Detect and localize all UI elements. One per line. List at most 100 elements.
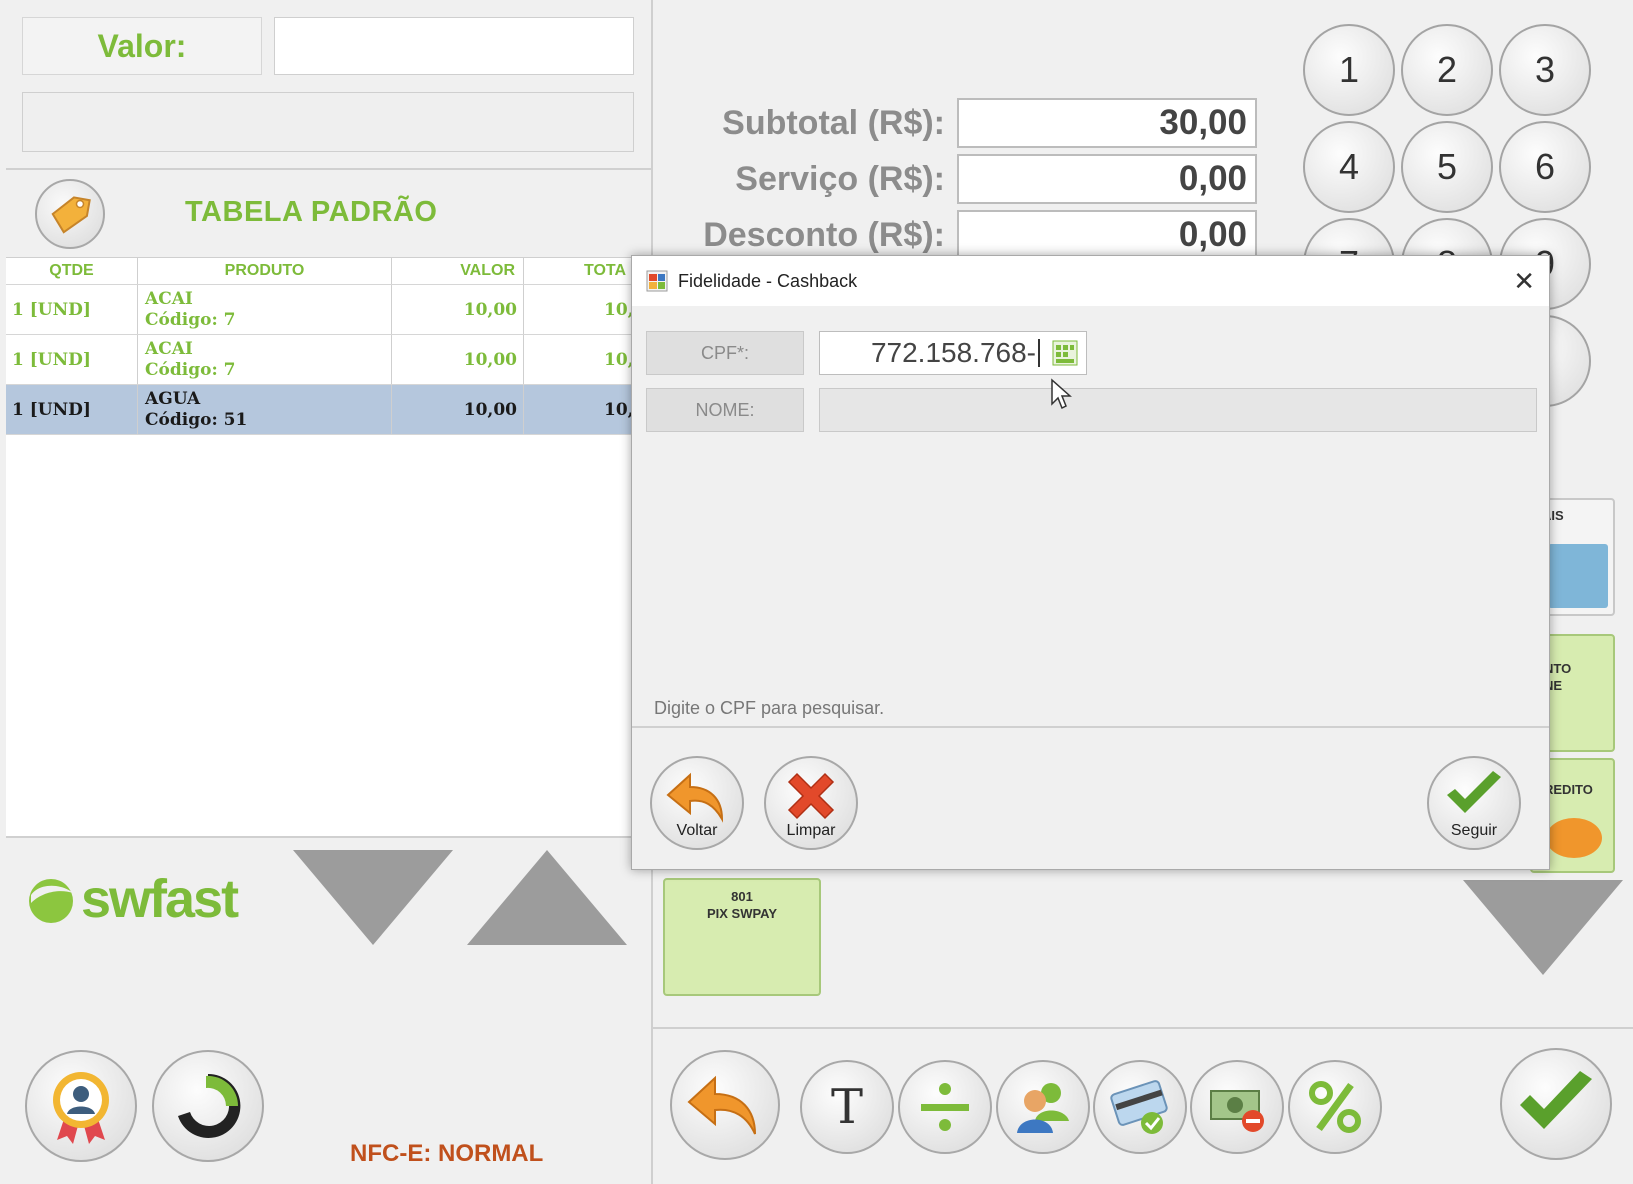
back-button[interactable] (670, 1050, 780, 1160)
row-qtde: 1 [UND] (6, 285, 138, 334)
seguir-label: Seguir (1450, 822, 1498, 839)
limpar-label: Limpar (786, 822, 836, 839)
scroll-up-button[interactable] (467, 850, 627, 945)
loyalty-button[interactable] (25, 1050, 137, 1162)
row-produto-name: ACAI (145, 289, 193, 309)
card-approve-icon (1110, 1080, 1168, 1134)
servico-value: 0,00 (957, 154, 1257, 204)
valor-input[interactable] (274, 17, 634, 75)
divider (6, 836, 651, 838)
keyboard-icon[interactable] (1052, 340, 1078, 373)
column-header-valor[interactable]: VALOR (392, 258, 524, 284)
column-header-produto[interactable]: PRODUTO (138, 258, 392, 284)
row-produto-name: ACAI (145, 339, 193, 359)
row-valor: 10,00 (392, 385, 524, 434)
close-icon[interactable]: ✕ (1513, 268, 1535, 294)
pix-swpay-button[interactable]: 801 PIX SWPAY (663, 878, 821, 996)
pix-code: 801 (731, 889, 753, 904)
text-icon: T (830, 1079, 863, 1135)
column-header-qtde[interactable]: QTDE (6, 258, 138, 284)
cpf-value: 772.158.768- (870, 337, 1036, 368)
limpar-button[interactable]: Limpar (764, 756, 858, 850)
info-bar (22, 92, 634, 152)
voltar-button[interactable]: Voltar (650, 756, 744, 850)
nome-label: NOME: (646, 388, 804, 432)
app-window-icon (646, 270, 668, 292)
confirm-check-icon (1520, 1071, 1592, 1129)
logo-text: swfast (81, 869, 239, 929)
subtotal-value: 30,00 (957, 98, 1257, 148)
keypad-2[interactable]: 2 (1401, 24, 1493, 116)
payment-scroll-down-button[interactable] (1463, 880, 1623, 975)
dialog-title: Fidelidade - Cashback (678, 270, 858, 291)
price-table-button[interactable] (35, 179, 105, 249)
discount-button[interactable] (1288, 1060, 1382, 1154)
mouse-pointer-icon (1051, 378, 1072, 410)
award-user-icon (53, 1072, 109, 1144)
table-row-selected[interactable]: 1 [UND] AGUA Código: 51 10,00 10,0 (6, 385, 651, 435)
card-payment-button[interactable] (1093, 1060, 1187, 1154)
refresh-icon (178, 1073, 241, 1138)
swfast-logo-icon (29, 879, 73, 923)
items-grid: QTDE PRODUTO VALOR TOTA 1 [UND] ACAI Cód… (6, 257, 651, 837)
row-produto: AGUA Código: 51 (138, 385, 392, 434)
row-qtde: 1 [UND] (6, 335, 138, 384)
divider (653, 1027, 1633, 1029)
customers-icon (1017, 1083, 1069, 1133)
cash-remove-button[interactable] (1190, 1060, 1284, 1154)
search-hint: Digite o CPF para pesquisar. (654, 698, 885, 718)
row-produto-name: AGUA (145, 389, 201, 409)
row-produto: ACAI Código: 7 (138, 335, 392, 384)
nfce-status: NFC-E: NORMAL (350, 1140, 544, 1167)
row-produto: ACAI Código: 7 (138, 285, 392, 334)
check-icon (1447, 771, 1501, 813)
swfast-logo: swfast (25, 868, 239, 930)
text-cursor (1038, 339, 1040, 367)
valor-label: Valor: (22, 17, 262, 75)
seguir-button[interactable]: Seguir (1427, 756, 1521, 850)
divider (6, 168, 651, 170)
nome-input[interactable] (819, 388, 1537, 432)
table-row[interactable]: 1 [UND] ACAI Código: 7 10,00 10,0 (6, 285, 651, 335)
voltar-label: Voltar (676, 822, 718, 839)
keypad-5[interactable]: 5 (1401, 121, 1493, 213)
row-produto-code: Código: 7 (145, 360, 236, 380)
scroll-down-button[interactable] (293, 850, 453, 945)
cash-icon (1548, 544, 1608, 608)
keypad-3[interactable]: 3 (1499, 24, 1591, 116)
clear-x-icon (787, 772, 835, 820)
credit-card-icon (1546, 818, 1602, 858)
keypad-1[interactable]: 1 (1303, 24, 1395, 116)
dialog-titlebar: Fidelidade - Cashback ✕ (632, 256, 1549, 306)
cpf-label: CPF*: (646, 331, 804, 375)
grid-header: QTDE PRODUTO VALOR TOTA (6, 258, 651, 285)
pay-credit-label: REDITO (1544, 782, 1593, 797)
keypad-6[interactable]: 6 (1499, 121, 1591, 213)
customers-button[interactable] (996, 1060, 1090, 1154)
cpf-input[interactable]: 772.158.768- (819, 331, 1087, 375)
split-button[interactable] (898, 1060, 992, 1154)
percent-icon (1309, 1081, 1361, 1133)
undo-icon (666, 772, 724, 823)
finish-sale-button[interactable] (1500, 1048, 1612, 1160)
fidelidade-dialog: Fidelidade - Cashback ✕ CPF*: 772.158.76… (631, 255, 1550, 870)
row-valor: 10,00 (392, 335, 524, 384)
desconto-label: Desconto (R$): (703, 216, 945, 254)
row-valor: 10,00 (392, 285, 524, 334)
divide-icon (921, 1083, 969, 1131)
servico-label: Serviço (R$): (735, 160, 945, 198)
undo-icon (687, 1075, 756, 1135)
dialog-body: CPF*: 772.158.768- NOME: Digite o CPF pa… (632, 306, 1549, 728)
row-qtde: 1 [UND] (6, 385, 138, 434)
desconto-value: 0,00 (957, 210, 1257, 260)
price-table-title: TABELA PADRÃO (185, 196, 438, 228)
pix-label: PIX SWPAY (706, 906, 778, 921)
cash-remove-icon (1210, 1090, 1264, 1132)
subtotal-label: Subtotal (R$): (722, 104, 945, 142)
keypad-4[interactable]: 4 (1303, 121, 1395, 213)
row-produto-code: Código: 51 (145, 410, 248, 430)
price-tag-icon (51, 196, 91, 234)
text-button[interactable]: T (800, 1060, 894, 1154)
sync-button[interactable] (152, 1050, 264, 1162)
table-row[interactable]: 1 [UND] ACAI Código: 7 10,00 10,0 (6, 335, 651, 385)
